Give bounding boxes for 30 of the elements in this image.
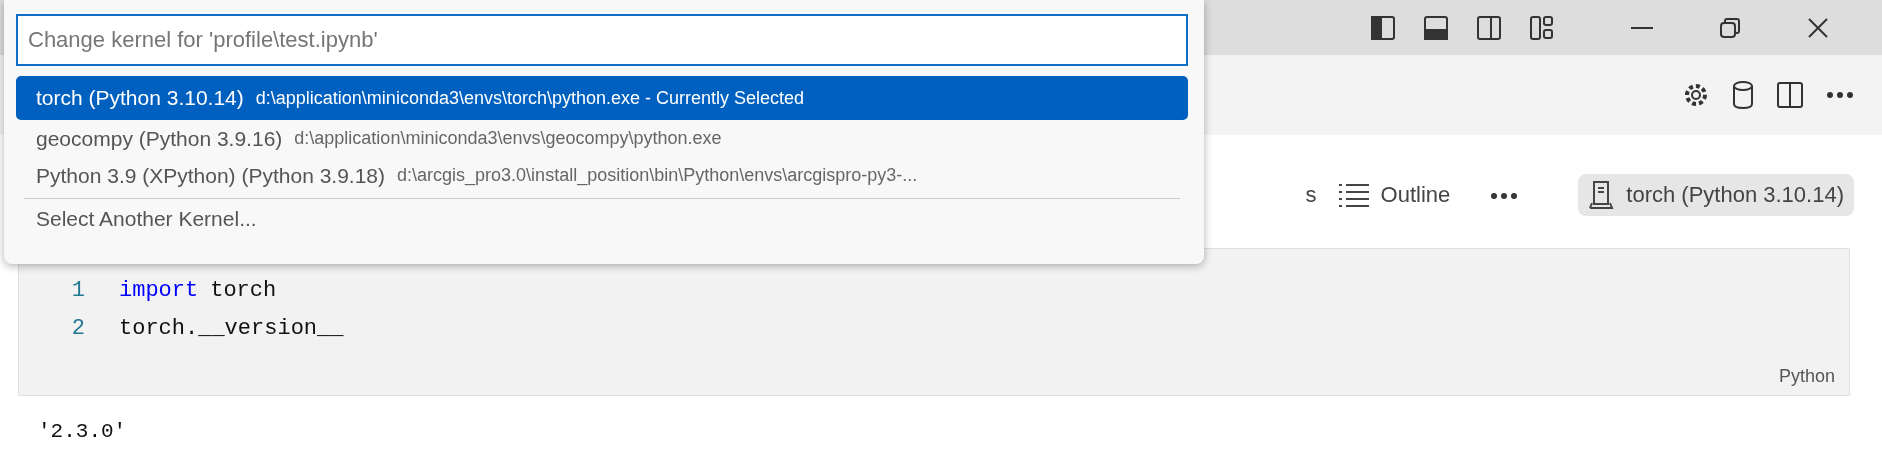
more-icon[interactable] — [1490, 192, 1519, 200]
code-cell[interactable]: 1 import torch 2 torch.__version__ Python — [18, 248, 1850, 396]
kernel-option[interactable]: Python 3.9 (XPython) (Python 3.9.18) d:\arcgis_pro3.0\install_position\bin\Python\envs\arcgispro-py3-... — [16, 157, 1188, 194]
kernel-search-field[interactable]: Change kernel for 'profile\test.ipynb' — [16, 14, 1188, 66]
outline-button[interactable]: Outline — [1338, 182, 1451, 208]
language-label[interactable]: Python — [1778, 366, 1835, 387]
code-text: torch.__version__ — [119, 315, 344, 341]
toolbar-label: s — [1305, 182, 1317, 208]
restore-icon[interactable] — [1719, 16, 1741, 39]
kernel-button[interactable]: torch (Python 3.10.14) — [1578, 174, 1854, 216]
cell-output: '2.3.0' — [38, 420, 128, 443]
code-text: torch — [210, 277, 277, 303]
split-editor-icon[interactable] — [1776, 81, 1804, 109]
kernel-option[interactable]: geocompy (Python 3.9.16) d:\application\miniconda3\envs\geocompy\python.exe — [16, 120, 1188, 157]
settings-icon[interactable] — [1682, 81, 1710, 109]
more-icon[interactable] — [1826, 91, 1854, 99]
cylinder-icon[interactable] — [1732, 80, 1754, 110]
secondary-sidebar-icon[interactable] — [1475, 14, 1502, 41]
list-icon — [1338, 182, 1369, 208]
primary-sidebar-icon[interactable] — [1369, 14, 1396, 41]
minimize-icon[interactable] — [1631, 25, 1653, 30]
line-number: 2 — [70, 315, 86, 341]
layout-icon[interactable] — [1528, 14, 1555, 41]
kernel-option[interactable]: torch (Python 3.10.14) d:\application\miniconda3\envs\torch\python.exe - Currently Selected — [16, 76, 1188, 120]
code-keyword: import — [119, 277, 199, 303]
close-icon[interactable] — [1807, 16, 1829, 39]
server-icon — [1588, 180, 1615, 210]
panel-icon[interactable] — [1422, 14, 1449, 41]
select-kernel-option[interactable]: Select Another Kernel... — [16, 199, 1188, 239]
line-number: 1 — [70, 277, 86, 303]
